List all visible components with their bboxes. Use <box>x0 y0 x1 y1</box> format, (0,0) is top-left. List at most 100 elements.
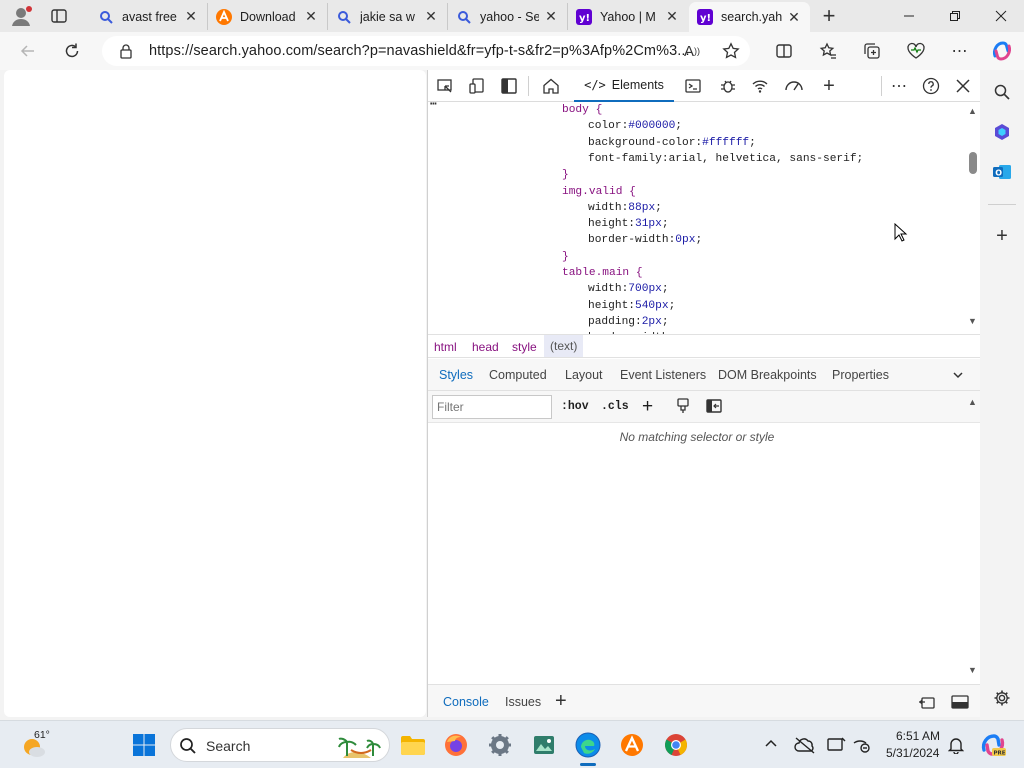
close-tab-icon[interactable]: ✕ <box>303 8 319 25</box>
copilot-icon[interactable] <box>988 37 1016 65</box>
tab-search-yahoo-active[interactable]: y! search.yah ✕ <box>689 2 810 32</box>
browser-essentials-icon[interactable] <box>902 37 930 65</box>
new-tab-button[interactable]: + <box>818 5 840 28</box>
add-drawer-tab-icon[interactable]: + <box>555 690 567 713</box>
toggle-sidebar-icon[interactable] <box>706 399 722 413</box>
close-tab-icon[interactable]: ✕ <box>543 8 559 25</box>
help-icon[interactable] <box>919 74 943 98</box>
elements-dom-tree[interactable]: ⋯ body {color:#000000; background-color:#… <box>428 102 966 334</box>
edge-browser-icon[interactable] <box>572 729 604 766</box>
cls-toggle[interactable]: .cls <box>601 400 629 413</box>
tab-jakie[interactable]: jakie sa w ✕ <box>328 3 448 30</box>
split-screen-icon[interactable] <box>770 37 798 65</box>
tab-elements[interactable]: </> Elements <box>574 70 674 102</box>
outlook-icon[interactable]: O <box>988 158 1016 186</box>
device-emulation-icon[interactable] <box>465 74 489 98</box>
file-explorer-icon[interactable] <box>397 729 429 761</box>
add-sidebar-app-icon[interactable]: + <box>988 222 1016 250</box>
network-wifi-icon[interactable] <box>748 74 772 98</box>
scrollbar-thumb[interactable] <box>969 152 977 174</box>
breadcrumb-style[interactable]: style <box>512 340 537 354</box>
css-property: width: <box>588 283 629 296</box>
breadcrumb-text[interactable]: (text) <box>544 335 584 357</box>
windows-taskbar: 61° Search 6:51 AM 5/31/2024 PRE <box>0 720 1024 768</box>
tab-styles[interactable]: Styles <box>439 368 473 382</box>
tab-computed[interactable]: Computed <box>489 368 547 382</box>
more-tools-plus-icon[interactable]: + <box>817 74 841 98</box>
tab-properties[interactable]: Properties <box>832 368 889 382</box>
minimize-button[interactable] <box>886 0 932 32</box>
tab-download[interactable]: Download ✕ <box>208 3 328 30</box>
tab-yahoo-search[interactable]: yahoo - Se ✕ <box>448 3 568 30</box>
close-tab-icon[interactable]: ✕ <box>183 8 199 25</box>
refresh-button[interactable] <box>58 37 86 65</box>
firefox-icon[interactable] <box>440 729 472 761</box>
favorites-icon[interactable] <box>814 37 842 65</box>
dock-drawer-icon[interactable] <box>918 694 936 710</box>
close-tab-icon[interactable]: ✕ <box>786 9 802 25</box>
customize-more-icon[interactable]: ⋯ <box>887 74 911 98</box>
back-button[interactable] <box>14 37 42 65</box>
network-icon[interactable] <box>852 736 872 754</box>
tab-event-listeners[interactable]: Event Listeners <box>620 368 706 382</box>
close-devtools-icon[interactable] <box>951 74 975 98</box>
tab-issues[interactable]: Issues <box>505 695 541 709</box>
restore-button[interactable] <box>932 0 978 32</box>
favorite-star-icon[interactable] <box>717 37 745 65</box>
tab-yahoo-mail[interactable]: y! Yahoo | M ✕ <box>568 3 688 30</box>
avast-app-icon[interactable] <box>616 729 648 761</box>
tab-layout[interactable]: Layout <box>565 368 603 382</box>
active-app-indicator <box>580 763 596 766</box>
read-aloud-icon[interactable]: A)) <box>678 37 706 65</box>
drawer-tabs: Console Issues + <box>428 684 981 717</box>
copilot-pre-icon[interactable]: PRE <box>980 732 1006 758</box>
weather-widget[interactable]: 61° <box>20 729 60 761</box>
microsoft-365-icon[interactable] <box>988 118 1016 146</box>
hov-toggle[interactable]: :hov <box>561 400 589 413</box>
breadcrumb-head[interactable]: head <box>472 340 499 354</box>
new-style-rule-icon[interactable]: + <box>642 397 653 416</box>
profile-icon[interactable] <box>10 5 34 27</box>
clock-time[interactable]: 6:51 AM <box>896 729 940 743</box>
tab-console[interactable]: Console <box>443 695 489 709</box>
address-bar[interactable]: https://search.yahoo.com/search?p=navash… <box>102 36 750 66</box>
tab-dom-breakpoints[interactable]: DOM Breakpoints <box>718 368 817 382</box>
settings-app-icon[interactable] <box>484 729 516 761</box>
ellipsis-icon[interactable]: ⋯ <box>430 102 437 113</box>
search-icon[interactable] <box>988 78 1016 106</box>
console-icon[interactable] <box>681 74 705 98</box>
close-window-button[interactable] <box>978 0 1024 32</box>
close-tab-icon[interactable]: ✕ <box>664 8 680 25</box>
chrome-icon[interactable] <box>660 729 692 761</box>
sources-bug-icon[interactable] <box>716 74 740 98</box>
onedrive-offline-icon[interactable] <box>794 736 816 754</box>
dock-side-icon[interactable] <box>497 74 521 98</box>
close-tab-icon[interactable]: ✕ <box>423 8 439 25</box>
css-semicolon: ; <box>661 283 669 296</box>
filter-input[interactable] <box>432 395 552 419</box>
tab-avast-free[interactable]: avast free ✕ <box>90 3 208 30</box>
notification-bell-icon[interactable] <box>948 736 964 754</box>
display-icon[interactable] <box>826 736 846 754</box>
collapse-drawer-icon[interactable] <box>951 694 969 710</box>
breadcrumb: html head style (text) <box>428 334 981 358</box>
start-button[interactable] <box>128 729 160 761</box>
collections-icon[interactable] <box>858 37 886 65</box>
chevron-down-icon[interactable] <box>952 369 964 381</box>
photos-app-icon[interactable] <box>528 729 560 761</box>
paint-brush-icon[interactable] <box>676 398 690 414</box>
lock-icon[interactable] <box>119 43 133 59</box>
code-scrollbar[interactable]: ▲ ▼ <box>966 102 981 334</box>
show-hidden-icons-chevron[interactable] <box>764 737 778 751</box>
settings-gear-icon[interactable] <box>988 684 1016 712</box>
clock-date[interactable]: 5/31/2024 <box>886 746 939 760</box>
tab-actions-icon[interactable] <box>50 7 68 25</box>
performance-icon[interactable] <box>782 74 806 98</box>
web-page-content[interactable] <box>4 70 426 717</box>
welcome-home-icon[interactable] <box>539 74 563 98</box>
taskbar-search-box[interactable]: Search <box>170 728 390 762</box>
more-options-icon[interactable]: ⋯ <box>946 37 974 65</box>
inspect-element-icon[interactable] <box>433 74 457 98</box>
styles-scrollbar[interactable]: ▲ ▼ <box>966 391 981 684</box>
breadcrumb-html[interactable]: html <box>434 340 457 354</box>
